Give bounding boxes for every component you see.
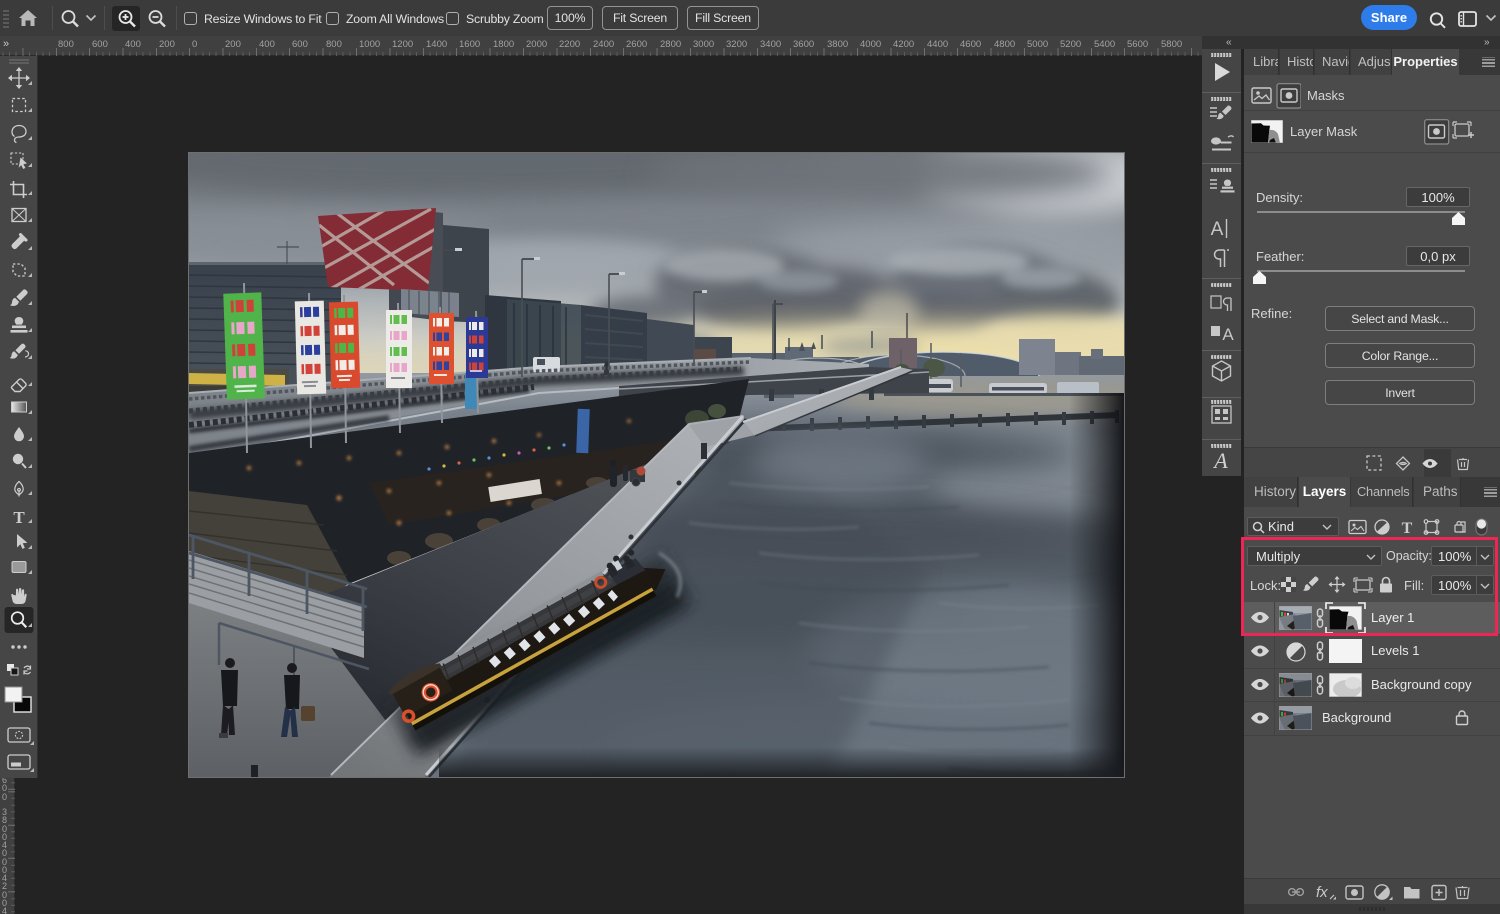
svg-text:A: A [1222, 325, 1234, 344]
svg-text:A: A [1211, 219, 1224, 240]
svg-text:T: T [13, 508, 25, 527]
svg-text:A: A [1212, 448, 1228, 473]
svg-text:fx: fx [1316, 884, 1328, 901]
svg-text:T: T [1402, 520, 1413, 536]
